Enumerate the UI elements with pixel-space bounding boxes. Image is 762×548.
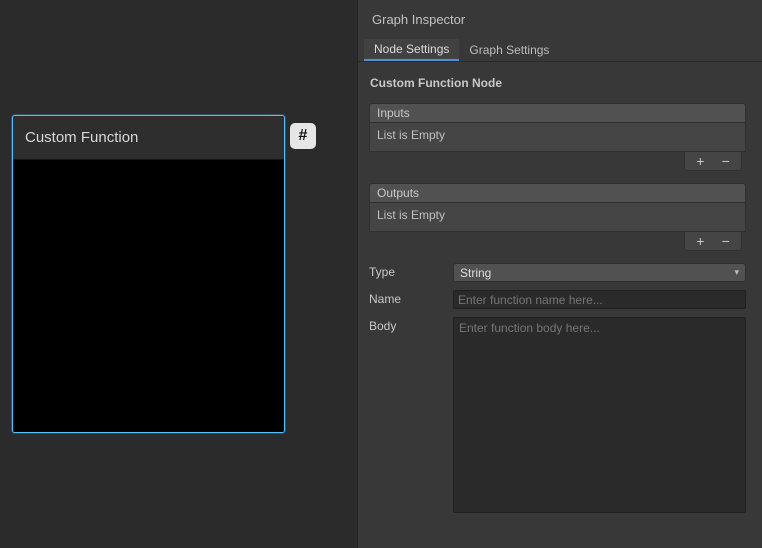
inspector-title: Graph Inspector <box>372 12 465 27</box>
graph-canvas[interactable]: Custom Function # <box>0 0 357 548</box>
outputs-empty-label: List is Empty <box>377 208 445 222</box>
outputs-list-footer: + − <box>369 232 746 251</box>
name-label: Name <box>369 290 453 306</box>
graph-inspector-panel: Graph Inspector Node Settings Graph Sett… <box>357 0 762 548</box>
tab-node-settings-label: Node Settings <box>374 42 449 56</box>
inspector-titlebar: Graph Inspector <box>358 0 762 39</box>
outputs-add-button[interactable]: + <box>690 234 710 248</box>
section-title: Custom Function Node <box>358 62 762 103</box>
inputs-empty-label: List is Empty <box>377 128 445 142</box>
body-field-row: Body <box>369 317 746 513</box>
inputs-remove-button[interactable]: − <box>716 154 736 168</box>
node-preview-body <box>13 160 284 432</box>
inputs-list-footer: + − <box>369 152 746 171</box>
type-dropdown[interactable]: String ▾ <box>453 263 746 282</box>
outputs-list-header: Outputs <box>369 183 746 203</box>
tab-graph-settings-label: Graph Settings <box>469 43 549 57</box>
type-label: Type <box>369 263 453 279</box>
node-hash-badge[interactable]: # <box>290 123 316 149</box>
tab-graph-settings[interactable]: Graph Settings <box>459 39 559 61</box>
inputs-list: Inputs List is Empty + − <box>369 103 746 171</box>
inputs-header-label: Inputs <box>377 106 410 120</box>
outputs-empty-row: List is Empty <box>369 203 746 232</box>
name-field-row: Name <box>369 290 746 309</box>
custom-function-node[interactable]: Custom Function <box>12 115 285 433</box>
type-field-row: Type String ▾ <box>369 263 746 282</box>
inputs-list-header: Inputs <box>369 103 746 123</box>
outputs-remove-button[interactable]: − <box>716 234 736 248</box>
type-dropdown-value: String <box>460 266 491 280</box>
chevron-down-icon: ▾ <box>734 267 739 278</box>
inspector-tabbar: Node Settings Graph Settings <box>358 39 762 62</box>
tab-node-settings[interactable]: Node Settings <box>364 39 459 61</box>
function-body-input[interactable] <box>453 317 746 513</box>
outputs-header-label: Outputs <box>377 186 419 200</box>
inputs-empty-row: List is Empty <box>369 123 746 152</box>
body-label: Body <box>369 317 453 333</box>
node-header[interactable]: Custom Function <box>13 116 284 160</box>
inputs-footer-buttons: + − <box>684 151 742 171</box>
function-name-input[interactable] <box>453 290 746 309</box>
property-fields: Type String ▾ Name Body <box>369 263 746 513</box>
hash-icon: # <box>299 127 308 145</box>
outputs-footer-buttons: + − <box>684 231 742 251</box>
outputs-list: Outputs List is Empty + − <box>369 183 746 251</box>
inputs-add-button[interactable]: + <box>690 154 710 168</box>
node-title: Custom Function <box>25 129 138 146</box>
